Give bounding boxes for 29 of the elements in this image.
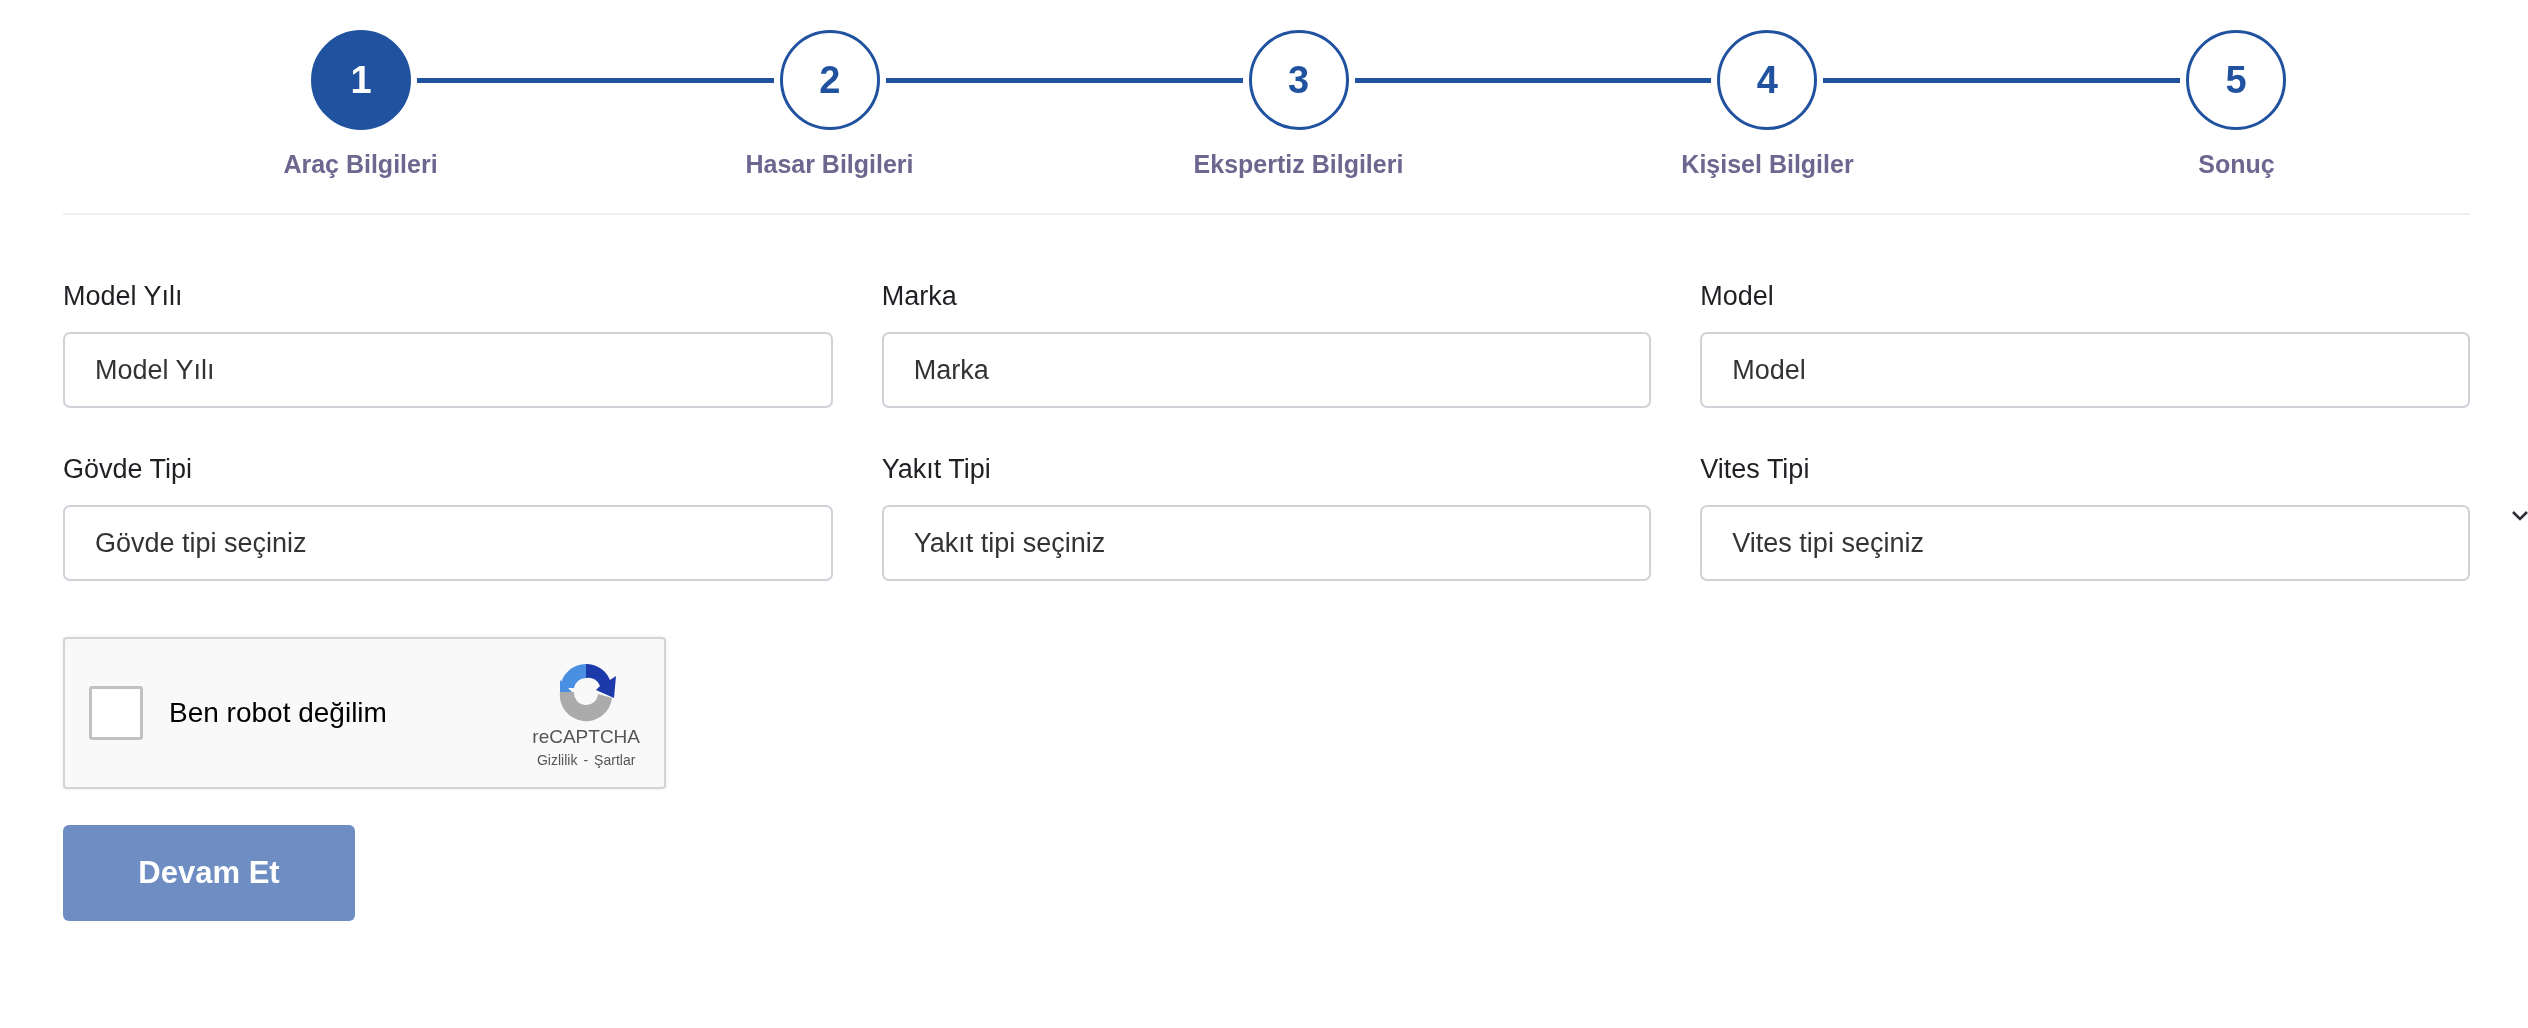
field-label: Vites Tipi — [1700, 454, 1810, 485]
step-label: Araç Bilgileri — [283, 150, 438, 179]
dropdown-field[interactable]: Vites tipi seçiniz — [1700, 505, 2470, 581]
recaptcha-brand: reCAPTCHA — [532, 726, 640, 748]
dropdown-field[interactable]: Gövde tipi seçiniz — [63, 505, 833, 581]
field-label: Yakıt Tipi — [881, 454, 991, 485]
field-label: Marka — [881, 281, 957, 312]
link-separator: - — [583, 752, 589, 768]
recaptcha-label: Ben robot değilim — [169, 697, 387, 729]
terms-link[interactable]: Şartlar — [594, 752, 636, 768]
step-circle[interactable]: 2 — [779, 30, 880, 130]
privacy-link[interactable]: Gizlilik — [536, 752, 578, 768]
step-circle[interactable]: 1 — [311, 30, 411, 130]
step-label: Kişisel Bilgiler — [1681, 150, 1854, 179]
step-label: Ekspertiz Bilgileri — [1193, 150, 1404, 179]
step-circle[interactable]: 3 — [1248, 30, 1349, 130]
recaptcha-checkbox[interactable] — [89, 686, 143, 740]
step-label: Hasar Bilgileri — [745, 150, 914, 179]
text-field[interactable]: Marka — [881, 332, 1652, 408]
field-label: Model Yılı — [63, 281, 183, 312]
step-circle[interactable]: 4 — [1717, 30, 1818, 130]
step-label: Sonuç — [2198, 150, 2275, 179]
dropdown-field[interactable]: Yakıt tipi seçiniz — [881, 505, 1652, 581]
field-label: Gövde Tipi — [63, 454, 193, 485]
field-label: Model — [1700, 281, 1774, 312]
chevron-down-icon — [2511, 510, 2528, 522]
text-field[interactable]: Model — [1700, 332, 2470, 408]
text-field[interactable]: Model Yılı — [63, 332, 833, 408]
step-circle[interactable]: 5 — [2186, 30, 2286, 130]
